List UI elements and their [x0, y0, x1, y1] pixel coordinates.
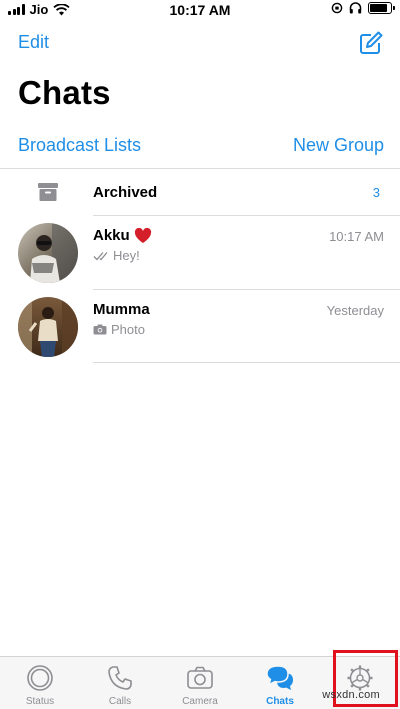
- tab-label: Status: [25, 696, 55, 707]
- chat-time: Yesterday: [326, 303, 384, 318]
- chat-name-text: Mumma: [93, 301, 150, 318]
- chat-time: 10:17 AM: [329, 229, 384, 244]
- edit-button[interactable]: Edit: [18, 32, 49, 53]
- tab-calls[interactable]: Calls: [80, 657, 160, 709]
- gear-tooth: [350, 668, 355, 673]
- double-check-icon: [93, 251, 108, 260]
- chat-name-mumma: Mumma: [93, 301, 150, 318]
- archived-label: Archived: [93, 184, 158, 201]
- status-bar: Jio 10:17 AM: [0, 0, 400, 20]
- gear-spoke: [351, 678, 358, 684]
- compose-icon: [360, 31, 383, 54]
- settings-icon: [347, 665, 373, 691]
- chat-preview-text: Hey!: [113, 248, 140, 263]
- tab-bar: Status Calls Camera Chats: [0, 656, 400, 709]
- chat-divider: [93, 362, 400, 363]
- gear-tooth: [350, 683, 355, 688]
- tab-label: Camera: [182, 696, 218, 707]
- gear-tooth: [365, 668, 370, 673]
- orientation-lock-icon: [331, 2, 343, 14]
- status-bar-right: [331, 2, 395, 14]
- archive-box-icon: [38, 183, 58, 201]
- chat-preview-akku: Hey!: [93, 248, 140, 263]
- tab-camera[interactable]: Camera: [160, 657, 240, 709]
- status-icon: [27, 665, 53, 691]
- chats-icon: [266, 665, 293, 690]
- tab-label: Chats: [266, 696, 294, 707]
- page-title: Chats: [18, 74, 111, 111]
- chat-preview-mumma: Photo: [93, 322, 145, 337]
- camera-icon: [187, 666, 213, 689]
- archived-row[interactable]: Archived 3: [0, 169, 400, 215]
- archived-count-badge: 3: [372, 185, 380, 200]
- gear-spoke: [362, 678, 369, 684]
- phone-icon: [108, 666, 132, 690]
- chat-preview-text: Photo: [111, 322, 145, 337]
- tab-label: Calls: [108, 696, 132, 707]
- headphones-icon: [349, 2, 362, 14]
- heart-emoji-icon: [134, 227, 151, 243]
- chat-name-text: Akku: [93, 227, 130, 244]
- tab-settings[interactable]: [320, 657, 400, 709]
- camera-icon: [93, 324, 107, 335]
- avatar-akku: [18, 223, 78, 283]
- battery-icon: [368, 2, 395, 14]
- battery-fill: [370, 4, 387, 12]
- tab-chats[interactable]: Chats: [240, 657, 320, 709]
- avatar-mumma: [18, 297, 78, 357]
- chat-row-akku[interactable]: Akku 10:17 AM Hey!: [0, 216, 400, 290]
- gear-tooth: [365, 683, 370, 688]
- tab-status[interactable]: Status: [0, 657, 80, 709]
- broadcast-lists-button[interactable]: Broadcast Lists: [18, 135, 141, 156]
- chat-row-mumma[interactable]: Mumma Yesterday Photo: [0, 290, 400, 364]
- compose-button[interactable]: [358, 30, 384, 56]
- chat-name-akku: Akku: [93, 227, 152, 244]
- new-group-button[interactable]: New Group: [293, 135, 384, 156]
